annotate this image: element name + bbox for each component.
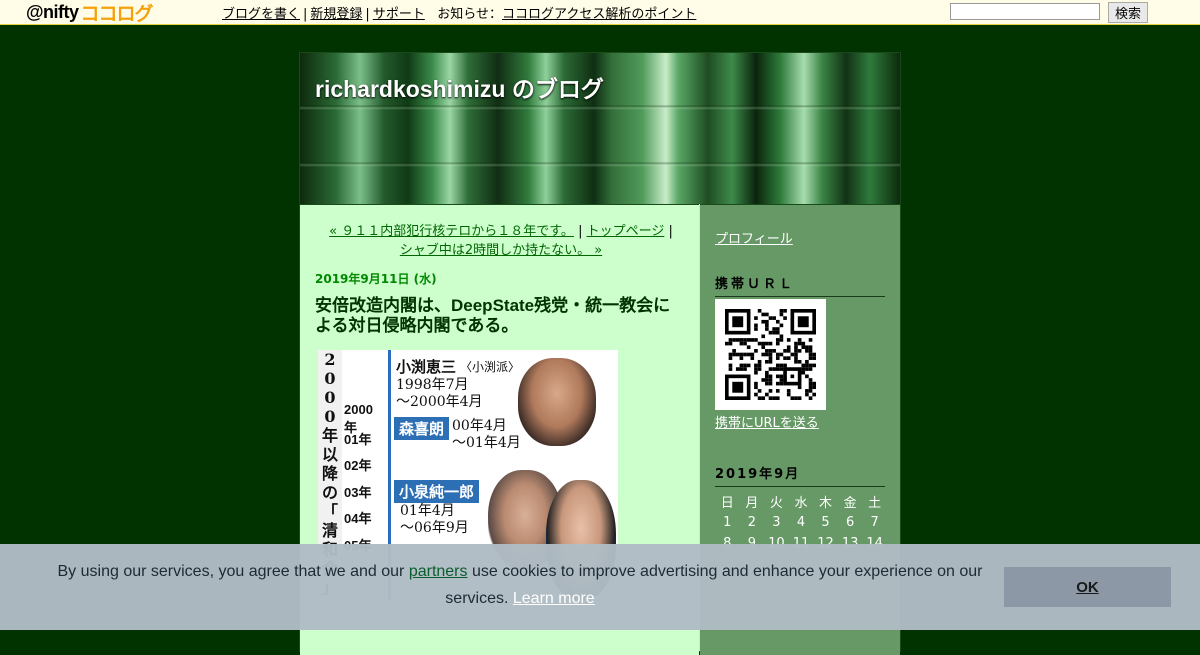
calendar-day: 7 — [870, 515, 879, 530]
entry-title: 安倍改造内閣は、DeepState残党・統一教会による対日侵略内閣である。 — [315, 296, 671, 335]
previous-entry-link[interactable]: « ９１１内部犯行核テロから１８年です。 — [329, 224, 574, 239]
profile-link[interactable]: プロフィール — [715, 228, 793, 247]
image-pm1-photo — [518, 358, 596, 446]
top-page-link[interactable]: トップページ — [587, 224, 665, 239]
qr-code-icon — [725, 309, 816, 400]
image-year: 01年 — [344, 431, 372, 447]
nav-separator: | — [303, 7, 308, 22]
calendar-day: 3 — [772, 515, 781, 530]
image-pm2-name: 森喜朗 — [394, 417, 450, 440]
nav-write-blog[interactable]: ブログを書く — [222, 7, 300, 22]
calendar-weekday: 水 — [794, 496, 808, 511]
calendar-weekday: 月 — [745, 496, 759, 511]
cookie-learn-more-link[interactable]: Learn more — [513, 590, 595, 607]
entry-pager: « ９１１内部犯行核テロから１８年です。 | トップページ | シャブ中は2時間… — [316, 222, 686, 260]
image-pm1-name: 小渕恵三 — [396, 358, 457, 376]
calendar-day: 5 — [821, 515, 830, 530]
calendar-day: 4 — [796, 515, 806, 530]
calendar-week-row: 1 2 3 4 5 6 7 — [715, 512, 887, 533]
image-year: 2000年 — [344, 402, 373, 435]
cookie-message: By using our services, you agree that we… — [40, 558, 1000, 612]
nav-support[interactable]: サポート — [373, 7, 425, 22]
calendar-weekday: 金 — [843, 496, 857, 511]
top-nav: ブログを書く | 新規登録 | サポート お知らせ：ココログアクセス解析のポイント — [222, 3, 696, 22]
calendar-weekday-row: 日 月 火 水 木 金 土 — [715, 491, 887, 512]
nav-separator: | — [365, 7, 370, 22]
image-year: 04年 — [344, 511, 372, 526]
image-year-list: 2000年 01年 02年 03年 04年 05年 — [344, 402, 384, 561]
pager-separator: | — [573, 224, 587, 239]
image-pm3-name: 小泉純一郎 — [394, 480, 480, 503]
image-pm1-faction: 〈小渕派〉 — [460, 360, 521, 374]
image-pm1-term-end: ～2000年4月 — [396, 394, 483, 410]
calendar-weekday: 土 — [868, 496, 882, 511]
search-input[interactable] — [950, 3, 1100, 20]
blog-title[interactable]: richardkoshimizu のブログ — [315, 70, 604, 104]
calendar-day: 1 — [723, 515, 732, 530]
logo-cocolog-text: ココログ — [80, 2, 154, 25]
send-url-to-mobile-link[interactable]: 携帯にURLを送る — [715, 412, 819, 431]
calendar-weekday: 火 — [769, 496, 783, 511]
image-pm1-term-start: 1998年7月 — [396, 377, 469, 393]
image-pm2-term-end: ～01年4月 — [452, 435, 521, 451]
cookie-consent-banner: By using our services, you agree that we… — [0, 544, 1200, 630]
news-label: お知らせ — [437, 7, 489, 22]
pager-separator: | — [664, 224, 673, 239]
calendar-day: 6 — [845, 515, 855, 530]
cookie-text-before: By using our services, you agree that we… — [57, 563, 409, 580]
calendar-weekday: 日 — [720, 496, 734, 511]
calendar-heading: 2019年9月 — [715, 463, 885, 487]
image-pm2-term-start: 00年4月 — [452, 418, 507, 434]
cookie-partners-link[interactable]: partners — [409, 563, 468, 580]
cookie-ok-button[interactable]: OK — [1004, 567, 1171, 607]
top-bar: @nifty ココログ ブログを書く | 新規登録 | サポート お知らせ：ココログアク… — [0, 0, 1200, 25]
entry-date: 2019年9月11日 (水) — [315, 272, 437, 286]
calendar-day: 2 — [747, 515, 756, 530]
nifty-cocolog-logo[interactable]: @nifty ココログ — [26, 0, 154, 25]
image-year: 02年 — [344, 458, 372, 473]
news-link[interactable]: ココログアクセス解析のポイント — [502, 7, 696, 22]
search-button[interactable]: 検索 — [1108, 2, 1148, 23]
nav-signup[interactable]: 新規登録 — [310, 7, 362, 22]
image-year: 03年 — [344, 484, 372, 500]
image-pm3-term-end: ～06年9月 — [400, 520, 469, 536]
news-colon: ： — [488, 7, 502, 22]
qr-code-image — [715, 299, 826, 410]
calendar-weekday: 木 — [819, 496, 833, 511]
mobile-url-heading: 携帯ＵＲＬ — [715, 273, 885, 297]
image-pm3-term-start: 01年4月 — [400, 503, 455, 519]
logo-nifty-text: @nifty — [26, 1, 79, 22]
blog-banner: richardkoshimizu のブログ — [300, 53, 900, 204]
next-entry-link[interactable]: シャブ中は2時間しか持たない。 » — [400, 243, 602, 258]
